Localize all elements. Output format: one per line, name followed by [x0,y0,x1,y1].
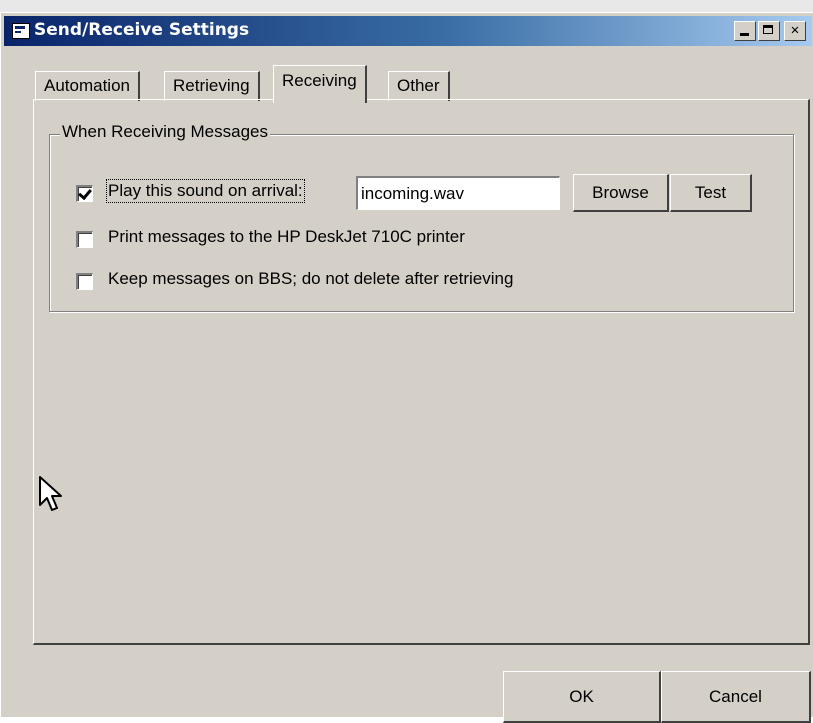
browse-button[interactable]: Browse [573,174,669,212]
close-button[interactable]: ✕ [784,21,806,41]
tab-automation[interactable]: Automation [35,71,140,101]
ok-button[interactable]: OK [503,671,661,723]
play-sound-label[interactable]: Play this sound on arrival: [106,179,305,203]
play-sound-checkbox[interactable] [76,185,93,202]
tab-other[interactable]: Other [388,71,450,101]
mouse-pointer-icon [39,476,62,511]
window-title: Send/Receive Settings [34,20,250,40]
maximize-button[interactable] [758,21,780,41]
keep-messages-label[interactable]: Keep messages on BBS; do not delete afte… [108,269,513,289]
print-messages-checkbox[interactable] [76,231,93,248]
cancel-button[interactable]: Cancel [661,671,811,723]
minimize-button[interactable] [734,21,756,41]
groupbox-title: When Receiving Messages [60,122,270,142]
test-button[interactable]: Test [670,174,752,212]
print-messages-label[interactable]: Print messages to the HP DeskJet 710C pr… [108,227,465,247]
keep-messages-checkbox[interactable] [76,273,93,290]
window-app-icon[interactable] [12,23,30,39]
tab-retrieving[interactable]: Retrieving [164,71,260,101]
settings-dialog: Send/Receive Settings ✕ Automation Retri… [0,12,813,723]
sound-file-input[interactable] [356,176,560,210]
desktop-background-top [0,0,813,12]
title-bar[interactable]: Send/Receive Settings ✕ [4,16,812,46]
tab-receiving[interactable]: Receiving [273,65,367,103]
tab-panel-receiving: When Receiving Messages Play this sound … [33,99,810,645]
